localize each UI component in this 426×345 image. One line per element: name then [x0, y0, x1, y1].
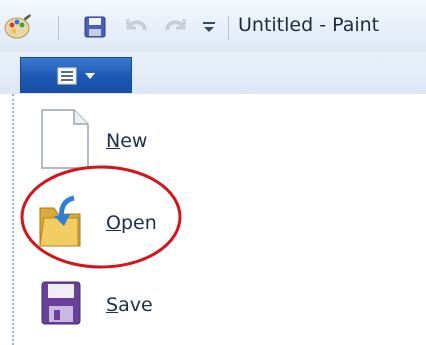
new-document-icon: [41, 109, 89, 169]
menu-item-open[interactable]: Open: [30, 186, 290, 256]
paint-menu-button[interactable]: [20, 57, 132, 93]
menu-item-save[interactable]: Save: [30, 268, 290, 338]
undo-icon[interactable]: [122, 14, 150, 40]
title-bar: Untitled - Paint: [0, 0, 426, 52]
paint-app-icon[interactable]: [4, 14, 32, 40]
menu-dotted-edge: [12, 94, 14, 345]
customize-dropdown-icon[interactable]: [202, 21, 216, 33]
floppy-disk-icon: [41, 281, 81, 325]
toolbar-separator: [228, 16, 229, 40]
menu-item-label: New: [106, 130, 148, 152]
menu-item-label: Open: [106, 212, 157, 234]
toolbar-separator: [58, 16, 59, 40]
open-folder-icon: [39, 195, 81, 247]
app-menu-icon: [57, 67, 77, 85]
window-title: Untitled - Paint: [238, 14, 380, 36]
redo-icon[interactable]: [162, 14, 190, 40]
menu-item-new[interactable]: New: [30, 104, 290, 174]
save-icon[interactable]: [84, 16, 106, 38]
chevron-down-icon: [85, 73, 95, 79]
menu-item-label: Save: [106, 294, 153, 316]
